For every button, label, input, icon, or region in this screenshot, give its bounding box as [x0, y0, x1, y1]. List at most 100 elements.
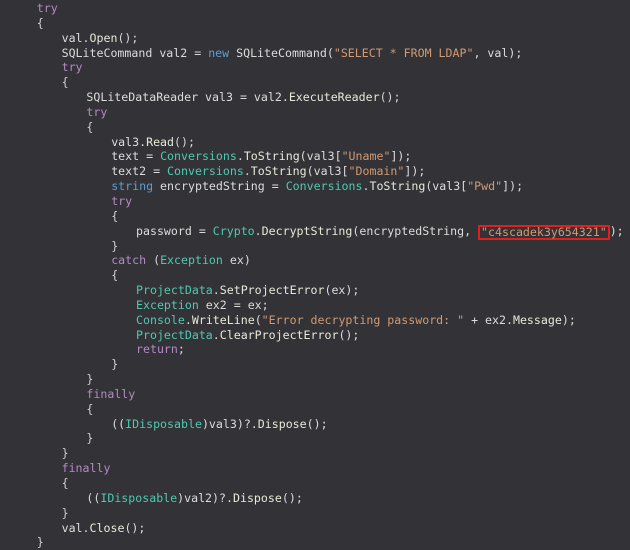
- code-token-method: Message: [512, 312, 562, 327]
- code-token-method: Open: [89, 30, 118, 45]
- code-token-plain: val: [61, 30, 83, 45]
- code-line: return;: [0, 342, 630, 357]
- code-token-brace: }: [36, 535, 44, 550]
- code-token-type: Exception: [136, 297, 199, 312]
- code-token-punct: .: [243, 164, 251, 179]
- code-token-plain: ();: [306, 416, 328, 431]
- code-token-brace: }: [61, 505, 69, 520]
- code-token-keyword: finally: [61, 461, 111, 476]
- code-line: password = Crypto.DecryptString(encrypte…: [0, 223, 630, 240]
- code-token-keyword: catch: [111, 253, 147, 268]
- code-token-brace: {: [36, 15, 44, 30]
- code-token-plain: SQLiteDataReader val3 = val2.: [86, 90, 289, 105]
- code-token-method: ExecuteReader: [288, 90, 380, 105]
- code-line: }: [0, 431, 630, 446]
- code-line: ((IDisposable)val3)?.Dispose();: [0, 417, 630, 432]
- code-line: try: [0, 0, 630, 16]
- code-token-punct: .: [212, 283, 220, 298]
- code-token-type: Conversions: [167, 164, 244, 179]
- code-line: }: [0, 506, 630, 521]
- code-token-plain: , val);: [473, 45, 523, 60]
- code-token-type: IDisposable: [100, 490, 178, 505]
- code-token-punct: =: [194, 45, 209, 60]
- code-token-method: WriteLine: [191, 312, 255, 327]
- code-line: SQLiteDataReader val3 = val2.ExecuteRead…: [0, 90, 630, 105]
- code-token-plain: ]);: [502, 179, 524, 194]
- hardcoded-key-highlight: "c4scadek3y654321": [478, 224, 610, 240]
- code-line: {: [0, 402, 630, 417]
- code-token-method: Read: [146, 134, 175, 149]
- code-line: {: [0, 268, 630, 283]
- code-token-plain: ();: [124, 520, 146, 535]
- code-token-keyword: try: [86, 104, 108, 119]
- code-listing: try{val.Open(); SQLiteCommand val2 = new …: [0, 0, 630, 550]
- code-token-brace: }: [111, 357, 119, 372]
- code-token-plain: )val3)?.: [201, 416, 258, 431]
- code-line: text2 = Conversions.ToString(val3["Domai…: [0, 164, 630, 179]
- code-line: SQLiteCommand val2 = new SQLiteCommand("…: [0, 46, 630, 61]
- code-token-keyword: try: [111, 193, 133, 208]
- code-token-brace: {: [111, 208, 119, 223]
- code-line: }: [0, 535, 630, 550]
- code-viewer[interactable]: try{val.Open(); SQLiteCommand val2 = new …: [0, 0, 630, 549]
- code-token-plain: ();: [281, 490, 303, 505]
- code-line: try: [0, 105, 630, 120]
- code-line: ProjectData.ClearProjectError();: [0, 328, 630, 343]
- code-line: ((IDisposable)val2)?.Dispose();: [0, 491, 630, 506]
- code-token-type: Crypto: [212, 223, 255, 238]
- code-token-type: Console: [136, 312, 185, 327]
- code-token-brace: {: [86, 119, 94, 134]
- hardcoded-key-literal: "c4scadek3y654321": [481, 224, 607, 239]
- code-line: }: [0, 372, 630, 387]
- code-token-method: Dispose: [232, 490, 282, 505]
- code-token-method: DecryptString: [261, 223, 353, 238]
- code-token-type: Exception: [160, 253, 223, 268]
- code-token-brace: {: [86, 401, 94, 416]
- code-token-brace: }: [86, 372, 94, 387]
- code-token-method: Close: [89, 520, 125, 535]
- code-token-plain: );: [609, 223, 624, 238]
- code-token-keyword: finally: [86, 386, 136, 401]
- code-token-blue: string: [111, 179, 154, 194]
- code-token-plain: val3.: [111, 134, 147, 149]
- code-line: }: [0, 357, 630, 372]
- code-line: val3.Read();: [0, 135, 630, 150]
- code-token-plain: ();: [338, 327, 360, 342]
- code-line: {: [0, 209, 630, 224]
- code-token-type: Conversions: [285, 179, 363, 194]
- code-line: {: [0, 16, 630, 31]
- code-token-plain: password =: [136, 223, 213, 238]
- code-token-punct: ;: [177, 342, 185, 357]
- code-token-plain: (encryptedString,: [352, 223, 479, 238]
- code-token-plain: (val3[: [306, 164, 349, 179]
- code-line: val.Open();: [0, 31, 630, 46]
- code-token-method: ToString: [250, 164, 307, 179]
- code-token-brace: }: [86, 431, 94, 446]
- code-line: finally: [0, 461, 630, 476]
- code-line: Exception ex2 = ex;: [0, 298, 630, 313]
- code-token-plain: ((: [86, 490, 101, 505]
- code-token-brace: {: [61, 476, 69, 490]
- code-token-method: Dispose: [257, 416, 307, 431]
- code-token-brace: {: [61, 75, 69, 90]
- code-token-punct: ();: [379, 90, 401, 105]
- code-token-plain: ex2 = ex;: [198, 297, 269, 312]
- code-token-string: "Domain": [348, 164, 405, 179]
- code-token-string: "Pwd": [467, 179, 503, 194]
- code-line: val.Close();: [0, 521, 630, 536]
- code-token-type: Conversions: [160, 149, 237, 164]
- code-token-punct: .: [212, 327, 220, 342]
- code-line: Console.WriteLine("Error decrypting pass…: [0, 313, 630, 328]
- code-token-plain: SQLiteCommand val2: [61, 45, 195, 60]
- code-token-brace: }: [61, 446, 69, 461]
- code-token-plain: val: [61, 520, 83, 535]
- code-line: {: [0, 120, 630, 135]
- code-line: try: [0, 60, 630, 75]
- code-token-punct: .: [236, 149, 244, 164]
- code-line: text = Conversions.ToString(val3["Uname"…: [0, 149, 630, 164]
- code-token-plain: );: [561, 312, 576, 327]
- code-line: catch (Exception ex): [0, 253, 630, 268]
- code-token-plain: SQLiteCommand(: [229, 45, 334, 60]
- code-token-method: SetProjectError: [219, 283, 325, 298]
- code-token-brace: {: [111, 268, 119, 283]
